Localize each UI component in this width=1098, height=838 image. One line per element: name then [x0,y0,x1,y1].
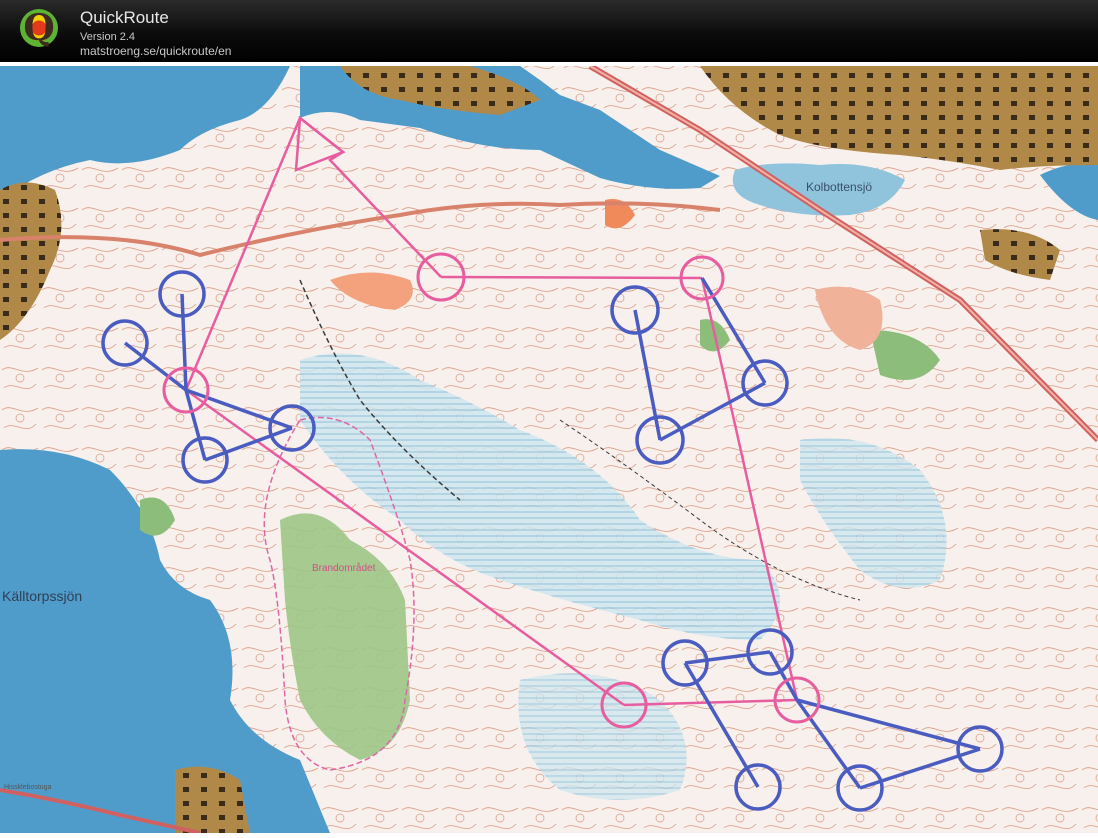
orienteering-map[interactable]: Kolbottensjö Källtorpssjön Brandområdet … [0,63,1098,835]
label-small-place: Hissklebostuga [4,784,52,791]
map-canvas [0,63,1098,835]
label-brandomradet: Brandområdet [312,563,376,574]
app-name: QuickRoute [80,8,169,27]
quickroute-logo-icon: Q [20,7,58,49]
app-version: Version 2.4 [80,31,136,43]
label-kolbottensjo: Kolbottensjö [806,180,873,194]
app-url[interactable]: matstroeng.se/quickroute/en [80,44,231,58]
logo-letter: Q [23,7,54,49]
title-bar: Q QuickRoute Version 2.4 matstroeng.se/q… [0,0,1098,62]
label-kalltorpssjon: Källtorpssjön [2,588,83,604]
